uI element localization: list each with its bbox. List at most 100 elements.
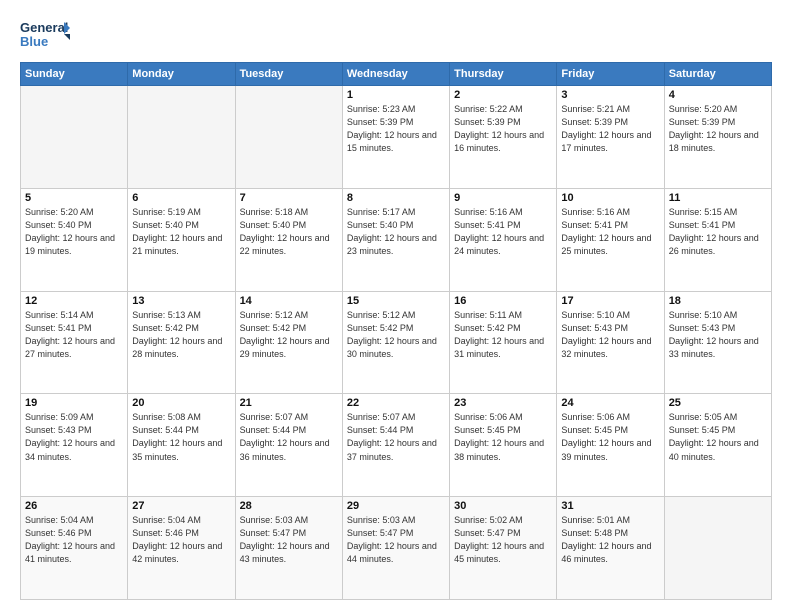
day-number: 6 xyxy=(132,192,230,204)
day-info: Sunrise: 5:09 AM Sunset: 5:43 PM Dayligh… xyxy=(25,411,123,463)
calendar-cell: 7 Sunrise: 5:18 AM Sunset: 5:40 PM Daylig… xyxy=(235,188,342,291)
header: General Blue xyxy=(20,18,772,54)
calendar-cell xyxy=(21,86,128,189)
day-info: Sunrise: 5:06 AM Sunset: 5:45 PM Dayligh… xyxy=(561,411,659,463)
day-info: Sunrise: 5:03 AM Sunset: 5:47 PM Dayligh… xyxy=(240,514,338,566)
calendar-cell xyxy=(664,497,771,600)
day-number: 7 xyxy=(240,192,338,204)
calendar-cell: 14Sunrise: 5:12 AM Sunset: 5:42 PM Dayli… xyxy=(235,291,342,394)
day-number: 10 xyxy=(561,192,659,204)
day-number: 26 xyxy=(25,500,123,512)
calendar-cell: 27 Sunrise: 5:04 AM Sunset: 5:46 PM Dayli… xyxy=(128,497,235,600)
day-number: 9 xyxy=(454,192,552,204)
logo: General Blue xyxy=(20,18,72,54)
day-number: 23 xyxy=(454,397,552,409)
calendar-cell: 17 Sunrise: 5:10 AM Sunset: 5:43 PM Dayli… xyxy=(557,291,664,394)
weekday-header-sunday: Sunday xyxy=(21,63,128,86)
day-info: Sunrise: 5:21 AM Sunset: 5:39 PM Dayligh… xyxy=(561,103,659,155)
weekday-header-monday: Monday xyxy=(128,63,235,86)
day-number: 29 xyxy=(347,500,445,512)
day-info: Sunrise: 5:16 AM Sunset: 5:41 PM Dayligh… xyxy=(454,206,552,258)
day-info: Sunrise: 5:06 AM Sunset: 5:45 PM Dayligh… xyxy=(454,411,552,463)
day-number: 3 xyxy=(561,89,659,101)
calendar-cell: 9 Sunrise: 5:16 AM Sunset: 5:41 PM Daylig… xyxy=(450,188,557,291)
calendar-cell: 20 Sunrise: 5:08 AM Sunset: 5:44 PM Dayli… xyxy=(128,394,235,497)
day-info: Sunrise: 5:02 AM Sunset: 5:47 PM Dayligh… xyxy=(454,514,552,566)
day-number: 17 xyxy=(561,295,659,307)
day-number: 31 xyxy=(561,500,659,512)
weekday-header-saturday: Saturday xyxy=(664,63,771,86)
day-info: Sunrise: 5:10 AM Sunset: 5:43 PM Dayligh… xyxy=(669,309,767,361)
logo-svg: General Blue xyxy=(20,18,72,54)
calendar-cell: 11 Sunrise: 5:15 AM Sunset: 5:41 PM Dayli… xyxy=(664,188,771,291)
calendar-cell: 24 Sunrise: 5:06 AM Sunset: 5:45 PM Dayli… xyxy=(557,394,664,497)
day-number: 4 xyxy=(669,89,767,101)
weekday-header-wednesday: Wednesday xyxy=(342,63,449,86)
day-number: 14 xyxy=(240,295,338,307)
day-info: Sunrise: 5:08 AM Sunset: 5:44 PM Dayligh… xyxy=(132,411,230,463)
day-number: 15 xyxy=(347,295,445,307)
day-info: Sunrise: 5:11 AM Sunset: 5:42 PM Dayligh… xyxy=(454,309,552,361)
calendar-cell: 29 Sunrise: 5:03 AM Sunset: 5:47 PM Dayli… xyxy=(342,497,449,600)
calendar-cell: 23 Sunrise: 5:06 AM Sunset: 5:45 PM Dayli… xyxy=(450,394,557,497)
day-info: Sunrise: 5:20 AM Sunset: 5:40 PM Dayligh… xyxy=(25,206,123,258)
day-number: 13 xyxy=(132,295,230,307)
calendar-cell: 26 Sunrise: 5:04 AM Sunset: 5:46 PM Dayli… xyxy=(21,497,128,600)
page: General Blue SundayMondayTuesdayWednesda… xyxy=(0,0,792,612)
day-number: 20 xyxy=(132,397,230,409)
day-info: Sunrise: 5:03 AM Sunset: 5:47 PM Dayligh… xyxy=(347,514,445,566)
day-info: Sunrise: 5:05 AM Sunset: 5:45 PM Dayligh… xyxy=(669,411,767,463)
calendar-cell xyxy=(128,86,235,189)
svg-text:General: General xyxy=(20,20,68,35)
calendar-cell: 30 Sunrise: 5:02 AM Sunset: 5:47 PM Dayli… xyxy=(450,497,557,600)
day-number: 8 xyxy=(347,192,445,204)
calendar-cell: 31 Sunrise: 5:01 AM Sunset: 5:48 PM Dayli… xyxy=(557,497,664,600)
weekday-header-thursday: Thursday xyxy=(450,63,557,86)
day-info: Sunrise: 5:04 AM Sunset: 5:46 PM Dayligh… xyxy=(132,514,230,566)
day-info: Sunrise: 5:07 AM Sunset: 5:44 PM Dayligh… xyxy=(240,411,338,463)
day-number: 30 xyxy=(454,500,552,512)
day-info: Sunrise: 5:13 AM Sunset: 5:42 PM Dayligh… xyxy=(132,309,230,361)
day-number: 2 xyxy=(454,89,552,101)
day-number: 1 xyxy=(347,89,445,101)
day-info: Sunrise: 5:14 AM Sunset: 5:41 PM Dayligh… xyxy=(25,309,123,361)
day-info: Sunrise: 5:07 AM Sunset: 5:44 PM Dayligh… xyxy=(347,411,445,463)
calendar-cell: 25Sunrise: 5:05 AM Sunset: 5:45 PM Dayli… xyxy=(664,394,771,497)
day-info: Sunrise: 5:04 AM Sunset: 5:46 PM Dayligh… xyxy=(25,514,123,566)
calendar-cell: 19Sunrise: 5:09 AM Sunset: 5:43 PM Dayli… xyxy=(21,394,128,497)
day-info: Sunrise: 5:16 AM Sunset: 5:41 PM Dayligh… xyxy=(561,206,659,258)
calendar-cell: 28 Sunrise: 5:03 AM Sunset: 5:47 PM Dayli… xyxy=(235,497,342,600)
day-number: 27 xyxy=(132,500,230,512)
day-number: 12 xyxy=(25,295,123,307)
day-number: 11 xyxy=(669,192,767,204)
day-number: 5 xyxy=(25,192,123,204)
calendar-cell: 4 Sunrise: 5:20 AM Sunset: 5:39 PM Daylig… xyxy=(664,86,771,189)
day-info: Sunrise: 5:12 AM Sunset: 5:42 PM Dayligh… xyxy=(347,309,445,361)
calendar-cell: 21 Sunrise: 5:07 AM Sunset: 5:44 PM Dayli… xyxy=(235,394,342,497)
day-info: Sunrise: 5:18 AM Sunset: 5:40 PM Dayligh… xyxy=(240,206,338,258)
day-info: Sunrise: 5:10 AM Sunset: 5:43 PM Dayligh… xyxy=(561,309,659,361)
day-info: Sunrise: 5:23 AM Sunset: 5:39 PM Dayligh… xyxy=(347,103,445,155)
calendar-cell xyxy=(235,86,342,189)
day-number: 16 xyxy=(454,295,552,307)
calendar-cell: 18 Sunrise: 5:10 AM Sunset: 5:43 PM Dayli… xyxy=(664,291,771,394)
calendar-cell: 6Sunrise: 5:19 AM Sunset: 5:40 PM Daylig… xyxy=(128,188,235,291)
calendar-cell: 1 Sunrise: 5:23 AM Sunset: 5:39 PM Daylig… xyxy=(342,86,449,189)
calendar-cell: 2Sunrise: 5:22 AM Sunset: 5:39 PM Daylig… xyxy=(450,86,557,189)
day-number: 18 xyxy=(669,295,767,307)
calendar-cell: 13 Sunrise: 5:13 AM Sunset: 5:42 PM Dayli… xyxy=(128,291,235,394)
day-info: Sunrise: 5:20 AM Sunset: 5:39 PM Dayligh… xyxy=(669,103,767,155)
weekday-header-friday: Friday xyxy=(557,63,664,86)
day-number: 28 xyxy=(240,500,338,512)
weekday-header-tuesday: Tuesday xyxy=(235,63,342,86)
svg-text:Blue: Blue xyxy=(20,34,48,49)
calendar-cell: 10 Sunrise: 5:16 AM Sunset: 5:41 PM Dayli… xyxy=(557,188,664,291)
calendar-cell: 15 Sunrise: 5:12 AM Sunset: 5:42 PM Dayli… xyxy=(342,291,449,394)
day-info: Sunrise: 5:17 AM Sunset: 5:40 PM Dayligh… xyxy=(347,206,445,258)
day-number: 24 xyxy=(561,397,659,409)
day-info: Sunrise: 5:01 AM Sunset: 5:48 PM Dayligh… xyxy=(561,514,659,566)
day-info: Sunrise: 5:15 AM Sunset: 5:41 PM Dayligh… xyxy=(669,206,767,258)
calendar-cell: 16 Sunrise: 5:11 AM Sunset: 5:42 PM Dayli… xyxy=(450,291,557,394)
day-number: 21 xyxy=(240,397,338,409)
day-number: 22 xyxy=(347,397,445,409)
